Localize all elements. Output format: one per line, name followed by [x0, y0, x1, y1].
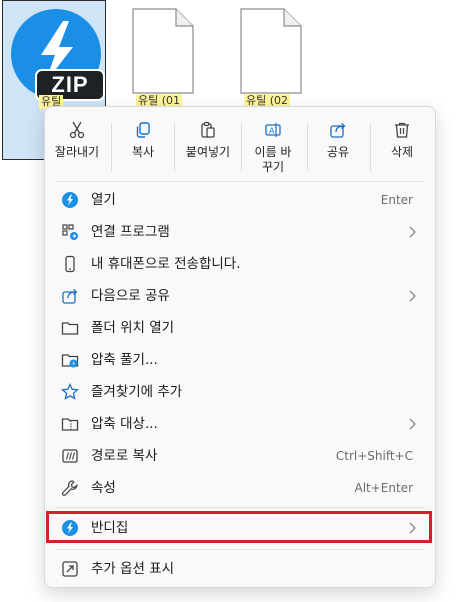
menu-item-open[interactable]: 열기 Enter — [49, 184, 431, 216]
phone-icon — [65, 255, 75, 273]
menu-label: 내 휴대폰으로 전송합니다. — [91, 256, 241, 272]
share-icon — [62, 289, 78, 304]
delete-button[interactable]: 삭제 — [372, 115, 432, 181]
folder-icon — [61, 322, 79, 335]
menu-item-properties[interactable]: 속성 Alt+Enter — [49, 472, 431, 504]
document-icon — [240, 8, 302, 94]
menu-item-more-options[interactable]: 추가 옵션 표시 — [49, 553, 431, 585]
copy-label: 복사 — [131, 145, 155, 159]
menu-shortcut: Alt+Enter — [354, 481, 413, 495]
copy-button[interactable]: 복사 — [113, 115, 173, 181]
paste-label: 붙여넣기 — [185, 145, 231, 159]
share-label: 공유 — [326, 145, 350, 159]
trash-icon — [395, 122, 409, 138]
menu-item-send-phone[interactable]: 내 휴대폰으로 전송합니다. — [49, 248, 431, 280]
menu-label: 경로로 복사 — [91, 448, 158, 464]
more-options-icon — [62, 561, 78, 577]
menu-label: 열기 — [91, 192, 116, 208]
share-button[interactable]: 공유 — [308, 115, 368, 181]
chevron-right-icon — [409, 290, 416, 302]
zip-file-icon: ZIP — [11, 9, 105, 101]
highlight-box — [46, 511, 432, 543]
chevron-right-icon — [409, 226, 416, 238]
menu-item-open-with[interactable]: 연결 프로그램 — [49, 216, 431, 248]
paste-icon — [201, 121, 215, 138]
menu-item-open-folder[interactable]: 폴더 위치 열기 — [49, 312, 431, 344]
rename-button[interactable]: A 이름 바꾸기 — [243, 115, 303, 181]
context-toolbar: 잘라내기 복사 붙여넣기 A 이름 바꾸기 공유 삭제 — [45, 115, 435, 181]
extract-folder-icon — [61, 354, 79, 368]
wrench-icon — [61, 480, 78, 496]
menu-item-extract[interactable]: 압축 풀기... — [49, 344, 431, 376]
menu-label: 폴더 위치 열기 — [91, 320, 175, 336]
menu-label: 추가 옵션 표시 — [91, 561, 175, 577]
rename-icon: A — [265, 123, 281, 137]
menu-item-compress[interactable]: 압축 대상... — [49, 408, 431, 440]
share-icon — [330, 123, 346, 138]
open-with-icon — [62, 224, 78, 240]
cut-label: 잘라내기 — [54, 145, 100, 159]
document-icon — [132, 8, 194, 94]
menu-item-copy-path[interactable]: 경로로 복사 Ctrl+Shift+C — [49, 440, 431, 472]
menu-label: 연결 프로그램 — [91, 224, 170, 240]
bandizip-icon — [62, 192, 78, 208]
svg-text:A: A — [269, 127, 275, 136]
menu-item-favorite[interactable]: 즐겨찾기에 추가 — [49, 376, 431, 408]
menu-label: 속성 — [91, 480, 116, 496]
delete-label: 삭제 — [390, 145, 414, 159]
star-icon — [61, 383, 79, 400]
copy-path-icon — [62, 449, 78, 463]
menu-label: 다음으로 공유 — [91, 288, 170, 304]
menu-label: 압축 대상... — [91, 416, 158, 432]
menu-item-share-with[interactable]: 다음으로 공유 — [49, 280, 431, 312]
menu-label: 즐겨찾기에 추가 — [91, 384, 183, 400]
menu-label: 압축 풀기... — [91, 352, 158, 368]
rename-label: 이름 바꾸기 — [254, 145, 292, 174]
menu-shortcut: Enter — [380, 193, 413, 207]
compress-icon — [61, 418, 79, 431]
cut-button[interactable]: 잘라내기 — [47, 115, 107, 181]
copy-icon — [136, 122, 150, 138]
scissors-icon — [69, 121, 85, 139]
paste-button[interactable]: 붙여넣기 — [178, 115, 238, 181]
menu-shortcut: Ctrl+Shift+C — [335, 449, 413, 463]
chevron-right-icon — [409, 418, 416, 430]
